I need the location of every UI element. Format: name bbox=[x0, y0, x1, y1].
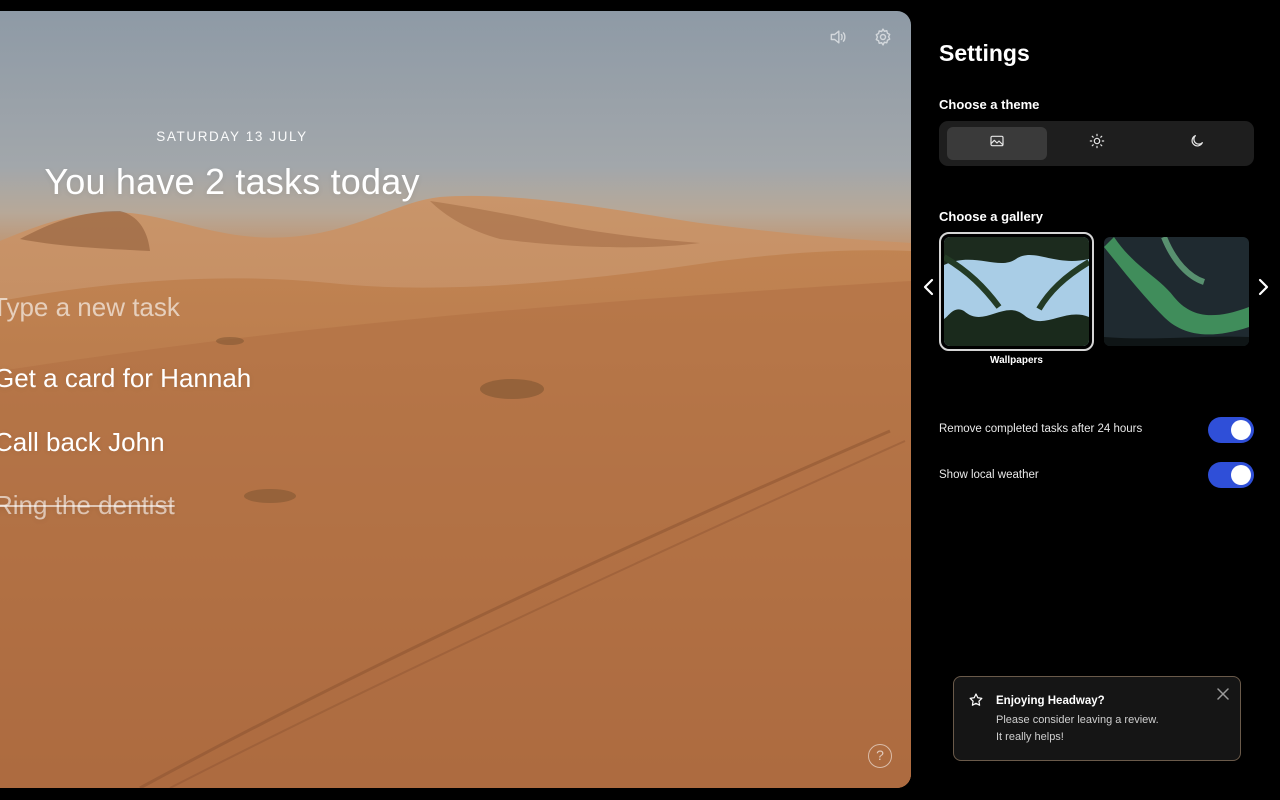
task-item-completed[interactable]: Ring the dentist bbox=[0, 490, 175, 521]
speaker-icon[interactable] bbox=[828, 27, 848, 47]
toast-message: Please consider leaving a review. bbox=[996, 714, 1159, 726]
settings-title: Settings bbox=[939, 40, 1030, 66]
wallpaper-panel: SATURDAY 13 JULY You have 2 tasks today … bbox=[0, 11, 911, 788]
moon-icon bbox=[1189, 133, 1205, 154]
theme-section-label: Choose a theme bbox=[939, 97, 1040, 112]
toast-title: Enjoying Headway? bbox=[996, 695, 1105, 707]
local-weather-label: Show local weather bbox=[939, 469, 1039, 481]
task-item[interactable]: Get a card for Hannah bbox=[0, 363, 251, 394]
review-toast: Enjoying Headway? Please consider leavin… bbox=[953, 676, 1241, 761]
theme-image-button[interactable] bbox=[947, 127, 1047, 160]
toast-message: It really helps! bbox=[996, 731, 1064, 743]
toggle-knob bbox=[1231, 465, 1251, 485]
chevron-left-icon[interactable] bbox=[922, 278, 936, 296]
gallery-thumbnail-aurora[interactable] bbox=[1104, 237, 1249, 346]
gallery-section-label: Choose a gallery bbox=[939, 209, 1044, 224]
task-item[interactable]: Call back John bbox=[0, 427, 165, 458]
theme-selector bbox=[939, 121, 1254, 166]
current-date: SATURDAY 13 JULY bbox=[156, 129, 308, 144]
star-icon bbox=[968, 692, 984, 708]
task-count-headline: You have 2 tasks today bbox=[44, 161, 420, 202]
chevron-right-icon[interactable] bbox=[1256, 278, 1270, 296]
toggle-knob bbox=[1231, 420, 1251, 440]
image-icon bbox=[989, 133, 1005, 154]
gear-icon[interactable] bbox=[873, 27, 893, 47]
gallery-caption: Wallpapers bbox=[990, 355, 1043, 366]
help-icon[interactable]: ? bbox=[868, 744, 892, 768]
theme-light-button[interactable] bbox=[1047, 127, 1147, 160]
local-weather-toggle[interactable] bbox=[1208, 462, 1254, 488]
gallery-thumbnail-wallpapers[interactable] bbox=[944, 237, 1089, 346]
theme-dark-button[interactable] bbox=[1147, 127, 1247, 160]
close-icon[interactable] bbox=[1217, 687, 1229, 700]
sun-icon bbox=[1089, 133, 1105, 154]
desert-wallpaper bbox=[0, 195, 911, 788]
remove-completed-toggle[interactable] bbox=[1208, 417, 1254, 443]
new-task-input[interactable] bbox=[0, 287, 432, 327]
remove-completed-label: Remove completed tasks after 24 hours bbox=[939, 423, 1143, 435]
